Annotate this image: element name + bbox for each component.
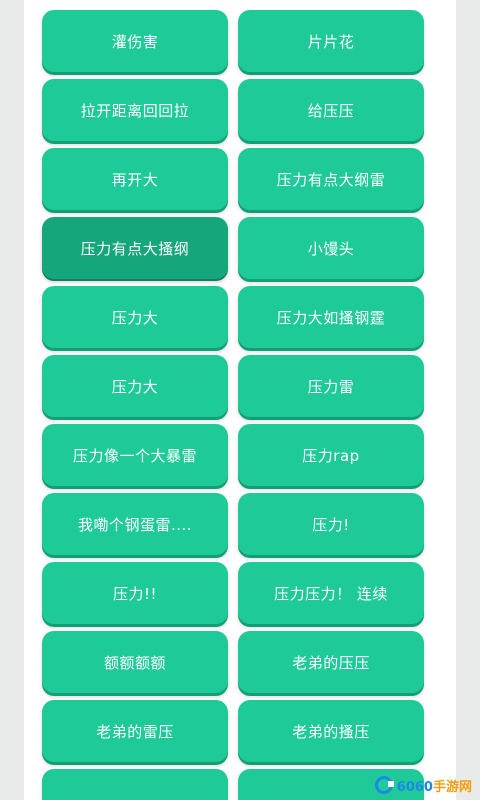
sound-button[interactable]: 灌伤害: [42, 10, 228, 72]
sound-button[interactable]: 压力大如搔钢霆: [238, 286, 424, 348]
sound-button[interactable]: 再开大: [42, 148, 228, 210]
sound-button[interactable]: 压力!!: [42, 562, 228, 624]
site-watermark: 6060手游网: [374, 774, 472, 796]
watermark-text-orange: 手游网: [432, 779, 472, 795]
soundboard-panel: 灌伤害 片片花 拉开距离回回拉 给压压 再开大 压力有点大纲雷 压力有点大搔纲 …: [24, 0, 456, 800]
sound-button[interactable]: 压力压力！ 连续: [238, 562, 424, 624]
sound-button[interactable]: 我嘞个钢蛋雷....: [42, 493, 228, 555]
sound-button[interactable]: 给压压: [238, 79, 424, 141]
sound-button[interactable]: 压力像一个大暴雷: [42, 424, 228, 486]
sound-button[interactable]: 小馒头: [238, 217, 424, 279]
sound-button[interactable]: 拉开距离回回拉: [42, 79, 228, 141]
watermark-text-blue: 6060: [396, 779, 433, 795]
sound-button[interactable]: 额额额额: [42, 631, 228, 693]
sound-button[interactable]: 压力雷: [238, 355, 424, 417]
sound-button[interactable]: 压力大: [42, 355, 228, 417]
sound-button[interactable]: 压力大: [42, 286, 228, 348]
logo-c-icon: [374, 776, 394, 794]
sound-button[interactable]: 压力rap: [238, 424, 424, 486]
sound-button[interactable]: 片片花: [238, 10, 424, 72]
sound-button[interactable]: 老弟的搔压: [238, 700, 424, 762]
sound-button[interactable]: [42, 769, 228, 800]
sound-button[interactable]: 老弟的压压: [238, 631, 424, 693]
sound-button[interactable]: 压力!: [238, 493, 424, 555]
sound-button-pressed[interactable]: 压力有点大搔纲: [42, 217, 228, 279]
sound-button[interactable]: 老弟的雷压: [42, 700, 228, 762]
sound-button[interactable]: 压力有点大纲雷: [238, 148, 424, 210]
watermark-text: 6060手游网: [397, 776, 472, 795]
